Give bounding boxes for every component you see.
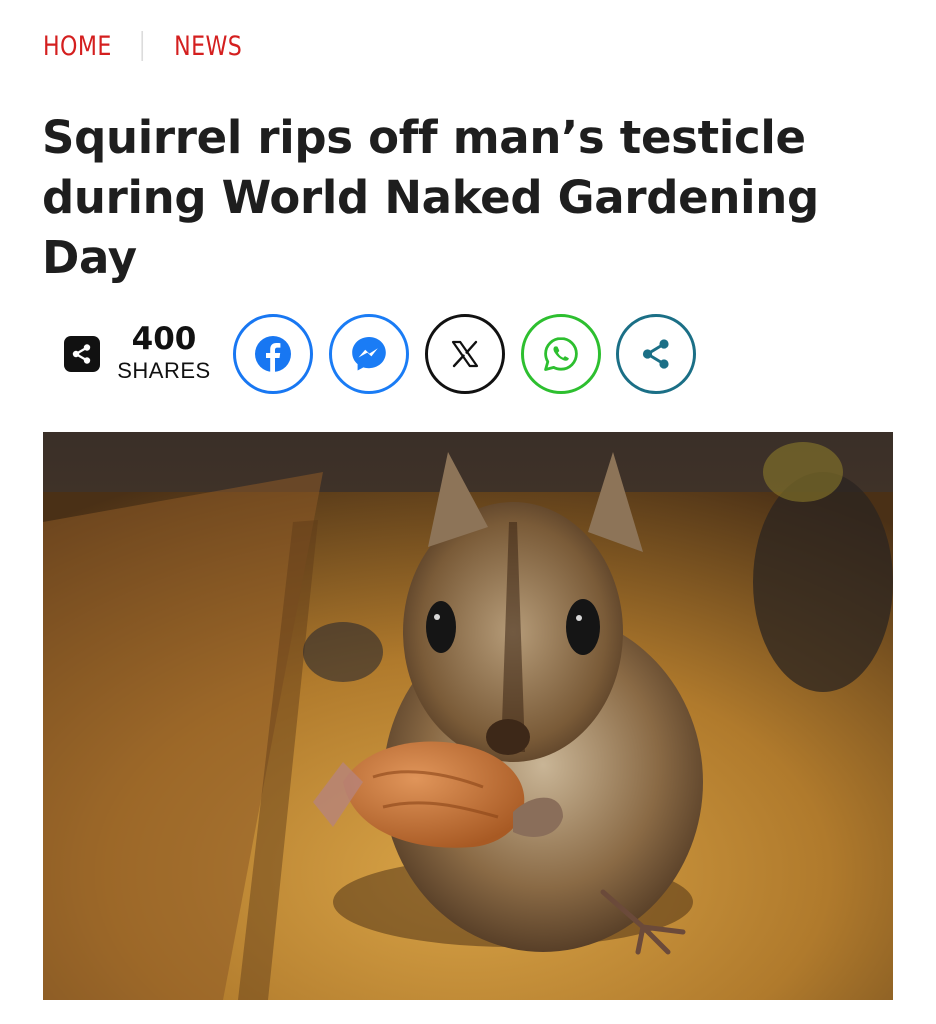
- facebook-share-button[interactable]: [233, 314, 313, 394]
- x-icon: [451, 340, 479, 368]
- share-count-icon: [64, 336, 100, 372]
- article-headline: Squirrel rips off man’s testicle during …: [42, 111, 819, 284]
- breadcrumb-separator: [141, 31, 143, 61]
- hero-image: [43, 432, 893, 1000]
- whatsapp-icon: [544, 337, 578, 371]
- whatsapp-share-button[interactable]: [521, 314, 601, 394]
- breadcrumb: HOME NEWS: [43, 26, 242, 66]
- share-count-label: SHARES: [117, 358, 211, 383]
- breadcrumb-home-link[interactable]: HOME: [43, 31, 112, 62]
- share-count-number: 400: [131, 321, 197, 357]
- breadcrumb-news-link[interactable]: NEWS: [174, 31, 242, 62]
- messenger-icon: [352, 337, 386, 371]
- share-count: 400 SHARES: [114, 320, 214, 384]
- x-share-button[interactable]: [425, 314, 505, 394]
- facebook-icon: [255, 336, 291, 372]
- share-bar: 400 SHARES: [64, 312, 714, 398]
- share-button[interactable]: [616, 314, 696, 394]
- share-icon: [642, 339, 669, 369]
- messenger-share-button[interactable]: [329, 314, 409, 394]
